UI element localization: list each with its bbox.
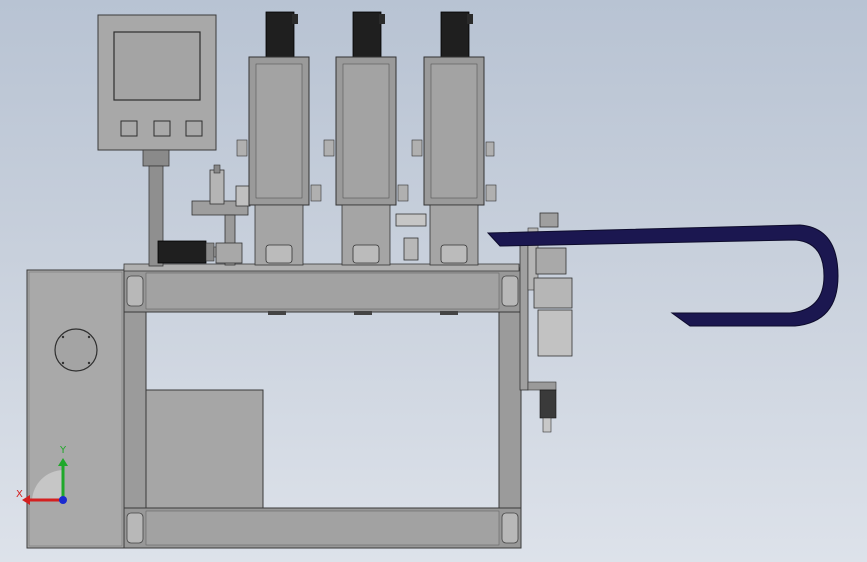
vertical-module-1 xyxy=(236,11,322,266)
mid-cylinder xyxy=(395,213,427,227)
control-box xyxy=(145,389,264,509)
machine-drawing: Y X xyxy=(16,11,839,549)
hmi-button-1 xyxy=(120,120,138,137)
vertical-module-3 xyxy=(411,11,497,266)
hmi-panel xyxy=(97,14,217,267)
axis-label-x: X xyxy=(16,489,23,500)
vertical-module-2 xyxy=(323,11,409,266)
electrical-cabinet xyxy=(26,269,125,549)
hmi-screen xyxy=(113,31,201,101)
cabinet-round-port xyxy=(54,328,98,372)
axis-label-y: Y xyxy=(59,445,67,456)
hmi-button-2 xyxy=(153,120,171,137)
hmi-button-3 xyxy=(185,120,203,137)
